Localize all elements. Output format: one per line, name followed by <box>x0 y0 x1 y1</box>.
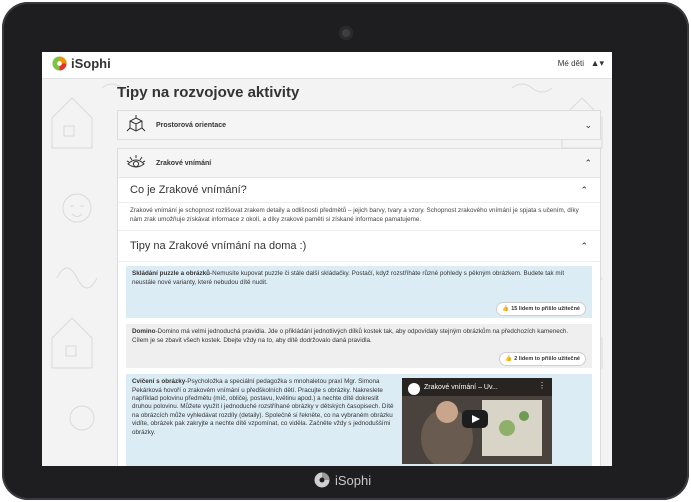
useful-button[interactable]: 👍 2 lidem to přišlo užitečné <box>499 351 586 367</box>
isophi-logo-icon <box>52 56 67 71</box>
play-icon <box>472 415 480 424</box>
section-header[interactable]: Zrakové vnímání ⌃ <box>118 149 600 178</box>
tip-item: Skládání puzzle a obrázků-Nemusíte kupov… <box>126 266 592 319</box>
my-children-link[interactable]: Mé děti <box>558 59 584 68</box>
play-button[interactable] <box>462 410 488 429</box>
section-header[interactable]: Prostorová orientace ⌄ <box>118 111 600 139</box>
home-tips-header[interactable]: Tipy na Zrakové vnímání na doma :) ⌃ <box>118 230 600 263</box>
useful-count: 15 lidem to přišlo užitečné <box>511 305 580 312</box>
section-label: Zrakové vnímání <box>156 159 212 167</box>
tip-title: Cvičení s obrázky <box>132 378 186 386</box>
page-title: Tipy na rozvojove aktivity <box>117 84 300 101</box>
user-menu-icon[interactable]: ▲▾ <box>591 58 604 69</box>
app-screen: iSophi Mé děti ▲▾ Tipy na rozvojove akti… <box>42 52 612 466</box>
what-is-title: Co je Zrakové vnímání? <box>130 184 247 196</box>
tip-text: -Psycholožka a speciální pedagožka s mno… <box>132 378 394 436</box>
chevron-down-icon[interactable]: ⌄ <box>584 120 592 131</box>
footer-logo: iSophi <box>314 472 371 488</box>
tip-item: Cvičení s obrázky-Psycholožka a speciáln… <box>126 374 592 466</box>
camera-icon <box>339 26 353 40</box>
app-name: iSophi <box>71 56 111 71</box>
tip-text: -Domino má velmi jednoduchá pravidla. Jd… <box>132 328 569 344</box>
useful-button[interactable]: 👍 15 lidem to přišlo užitečné <box>496 301 586 317</box>
section-label: Prostorová orientace <box>156 121 227 129</box>
chevron-up-icon[interactable]: ⌃ <box>584 158 592 169</box>
section-zrakove-vnimani: Zrakové vnímání ⌃ Co je Zrakové vnímání?… <box>117 148 601 466</box>
video-title: Zrakové vnímání – Uv... <box>424 384 498 392</box>
isophi-logo[interactable]: iSophi <box>52 56 111 71</box>
more-options-icon[interactable]: ⋮ <box>538 381 546 390</box>
top-navigation-bar: iSophi Mé děti ▲▾ <box>42 52 612 79</box>
eye-icon <box>126 155 146 168</box>
footer-app-name: iSophi <box>335 472 372 488</box>
tip-title: Domino <box>132 328 156 336</box>
home-tips-title: Tipy na Zrakové vnímání na doma :) <box>130 240 307 253</box>
thumbs-up-icon: 👍 <box>502 305 510 312</box>
tip-title: Skládání puzzle a obrázků <box>132 270 211 278</box>
tablet-frame: iSophi Mé děti ▲▾ Tipy na rozvojove akti… <box>2 2 689 500</box>
chevron-up-icon[interactable]: ⌃ <box>580 185 588 196</box>
tip-body: Cvičení s obrázky-Psycholožka a speciáln… <box>132 378 394 437</box>
isophi-logo-icon <box>314 472 330 488</box>
what-is-description: Zrakové vnímání je schopnost rozlišovat … <box>130 207 579 223</box>
useful-count: 2 lidem to přišlo užitečné <box>514 355 580 362</box>
tips-list: Skládání puzzle a obrázků-Nemusíte kupov… <box>118 262 600 466</box>
thumbs-up-icon: 👍 <box>505 355 513 362</box>
section-prostorova-orientace[interactable]: Prostorová orientace ⌄ <box>117 110 601 140</box>
chevron-up-icon[interactable]: ⌃ <box>580 241 588 252</box>
video-thumbnail[interactable]: Zrakové vnímání – Uv... ⋮ <box>402 378 552 465</box>
cube-icon <box>126 115 146 132</box>
what-is-header[interactable]: Co je Zrakové vnímání? ⌃ <box>118 178 600 203</box>
tip-item: Domino-Domino má velmi jednoduchá pravid… <box>126 324 592 369</box>
